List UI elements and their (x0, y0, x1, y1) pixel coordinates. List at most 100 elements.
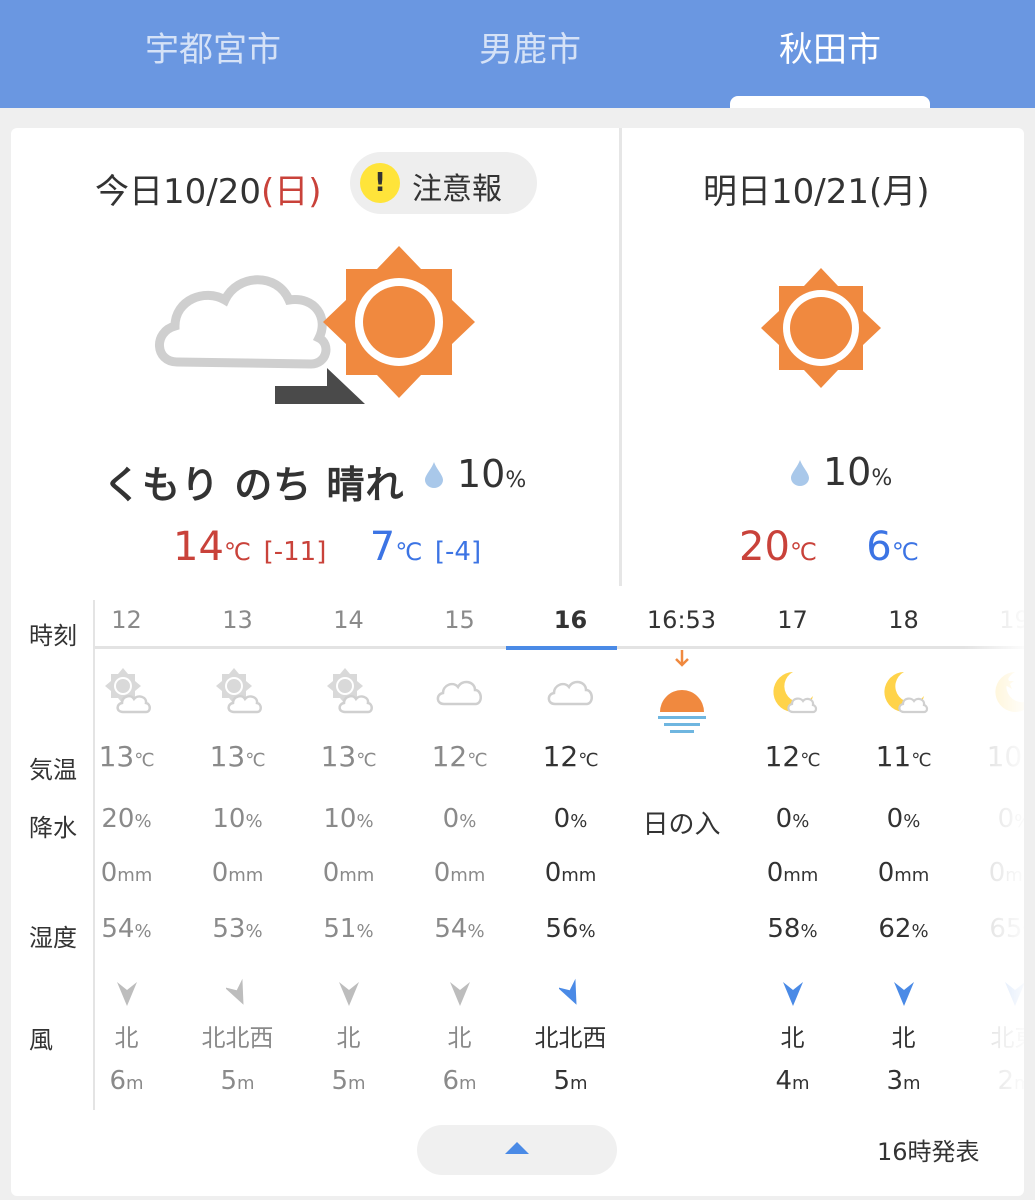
tomorrow-pop: 10% (823, 450, 892, 494)
day-divider (619, 128, 622, 586)
today-pop-unit: % (505, 468, 527, 493)
hour-rain: 0mm (877, 858, 930, 888)
hour-rain: 0mm (766, 858, 819, 888)
hour-pop: 0% (886, 804, 921, 834)
tomorrow-low-unit: ℃ (891, 538, 919, 566)
hour-time: 13 (222, 606, 253, 634)
wind-speed: 3m (886, 1066, 921, 1096)
wind-speed: 6m (442, 1066, 477, 1096)
hour-column: 13 13℃ 10% 0mm 53% 北北西 5m (182, 600, 293, 1110)
tomorrow-pop-value: 10 (823, 450, 872, 494)
label-wind: 風 (29, 1026, 53, 1054)
hour-temp: 13℃ (209, 740, 266, 773)
hour-humidity: 62% (878, 914, 929, 944)
label-humidity: 湿度 (29, 924, 77, 952)
hour-rain: 0mm (544, 858, 597, 888)
cloudy-then-sunny-icon (155, 246, 475, 404)
hour-column: 16 12℃ 0% 0mm 56% 北北西 5m (515, 600, 626, 1110)
hour-pop: 10% (323, 804, 374, 834)
wind-arrow-icon (115, 978, 139, 1008)
wind-direction: 北 (891, 1024, 916, 1052)
today-low-diff: [-4] (434, 537, 482, 567)
sun-cloud-icon (212, 666, 264, 718)
today-weather-description: くもり のち 晴れ (103, 463, 405, 507)
today-high-diff: [-11] (263, 537, 327, 567)
hour-temp: 12℃ (542, 740, 599, 773)
tomorrow-date: 明日10/21(月) (703, 172, 930, 212)
sunset-label: 日の入 (642, 810, 721, 840)
issued-time: 16時発表 (877, 1138, 980, 1166)
cloud-icon (434, 666, 486, 718)
hour-column: 14 13℃ 10% 0mm 51% 北 5m (293, 600, 404, 1110)
tab-oga[interactable]: 男鹿市 (430, 0, 630, 100)
hour-column: 18 11℃ 0% 0mm 62% 北 3m (848, 600, 959, 1110)
label-temp: 気温 (29, 756, 77, 784)
tab-utsunomiya[interactable]: 宇都宮市 (113, 0, 313, 100)
hour-column: 17 12℃ 0% 0mm 58% 北 4m (737, 600, 848, 1110)
hour-rain: 0mm (322, 858, 375, 888)
hour-time: 15 (444, 606, 475, 634)
wind-arrow-icon (557, 978, 583, 1008)
wind-direction: 北北西 (534, 1024, 607, 1052)
wind-arrow-icon (337, 978, 361, 1008)
hour-rain: 0mm (211, 858, 264, 888)
hour-temp: 13℃ (320, 740, 377, 773)
raindrop-icon (425, 462, 443, 488)
hour-time: 14 (333, 606, 364, 634)
hourly-forecast[interactable]: 時刻 気温 降水 湿度 風 12 13℃ 20% 0mm 54% 北 6m 13 13℃ 10% 0… (11, 600, 1024, 1110)
cloud-icon (545, 666, 597, 718)
hour-pop: 0% (775, 804, 810, 834)
hour-temp: 12℃ (431, 740, 488, 773)
hour-rain: 0mm (433, 858, 486, 888)
tab-akita[interactable]: 秋田市 (730, 0, 930, 100)
hour-time: 18 (888, 606, 919, 634)
alert-badge[interactable]: ! 注意報 (350, 152, 537, 214)
hour-humidity: 53% (212, 914, 263, 944)
chevron-up-icon (505, 1142, 529, 1154)
moon-cloud-icon (878, 666, 930, 718)
wind-direction: 北 (780, 1024, 805, 1052)
today-low: 7 (369, 524, 396, 570)
alert-label: 注意報 (412, 172, 502, 207)
hour-pop: 10% (212, 804, 263, 834)
hour-humidity: 54% (434, 914, 485, 944)
tomorrow-pop-unit: % (871, 466, 893, 491)
hour-time: 16:53 (646, 606, 717, 634)
tomorrow-high: 20 (739, 524, 790, 570)
wind-arrow-icon (448, 978, 472, 1008)
label-precip: 降水 (29, 814, 77, 842)
raindrop-icon (791, 460, 809, 486)
collapse-button[interactable] (417, 1125, 617, 1175)
sun-cloud-icon (101, 666, 153, 718)
sunny-icon (761, 268, 881, 388)
hour-humidity: 56% (545, 914, 596, 944)
wind-speed: 4m (775, 1066, 810, 1096)
hour-pop: 0% (553, 804, 588, 834)
today-date-text: 今日10/20 (95, 172, 261, 212)
hour-humidity: 51% (323, 914, 374, 944)
hour-time: 16 (553, 606, 588, 634)
today-pop-value: 10 (457, 452, 506, 496)
sun-cloud-icon (323, 666, 375, 718)
wind-arrow-icon (781, 978, 805, 1008)
hour-column: 15 12℃ 0% 0mm 54% 北 6m (404, 600, 515, 1110)
hour-pop: 0% (442, 804, 477, 834)
warning-icon: ! (360, 163, 400, 203)
row-labels: 時刻 気温 降水 湿度 風 (11, 600, 95, 1110)
moon-cloud-icon (767, 666, 819, 718)
today-high: 14 (173, 524, 224, 570)
hour-column: 16:53 日の入 (626, 600, 737, 1110)
today-low-unit: ℃ (395, 538, 423, 566)
label-time: 時刻 (29, 622, 77, 650)
city-tabs: 宇都宮市 男鹿市 秋田市 (0, 0, 1035, 108)
wind-direction: 北北西 (201, 1024, 274, 1052)
hour-temp: 11℃ (875, 740, 932, 773)
today-high-unit: ℃ (223, 538, 251, 566)
today-temps: 14℃ [-11] 7℃ [-4] (173, 524, 481, 570)
tomorrow-high-unit: ℃ (789, 538, 817, 566)
today-date: 今日10/20(日) (95, 164, 322, 213)
wind-arrow-icon (224, 978, 250, 1008)
hour-temp: 12℃ (764, 740, 821, 773)
today-pop: 10% (457, 452, 526, 496)
wind-arrow-icon (892, 978, 916, 1008)
